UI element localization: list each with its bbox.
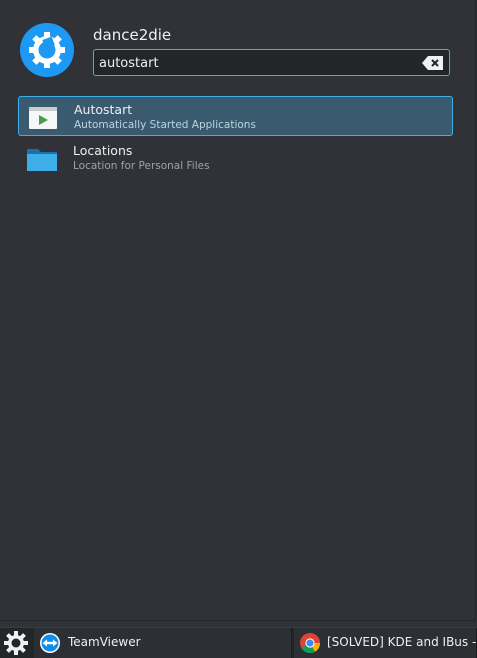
result-title: Locations: [73, 143, 133, 158]
clear-search-icon[interactable]: [422, 55, 444, 71]
application-launcher: dance2die Autostart Automatically Starte…: [0, 0, 476, 621]
folder-icon: [27, 149, 57, 171]
kde-avatar-icon[interactable]: [20, 23, 74, 77]
taskbar: TeamViewer [SOLVED] KDE and IBus -: [0, 627, 477, 658]
user-name: dance2die: [93, 26, 172, 44]
result-item-autostart[interactable]: Autostart Automatically Started Applicat…: [18, 96, 453, 136]
task-label: TeamViewer: [68, 635, 141, 649]
teamviewer-icon: [40, 633, 60, 653]
search-input[interactable]: [99, 53, 409, 73]
search-box[interactable]: [93, 49, 450, 76]
result-title: Autostart: [74, 102, 133, 117]
task-label: [SOLVED] KDE and IBus -: [327, 635, 477, 649]
task-chrome[interactable]: [SOLVED] KDE and IBus -: [294, 628, 477, 658]
result-item-locations[interactable]: Locations Location for Personal Files: [18, 138, 453, 178]
chrome-icon: [300, 633, 321, 654]
autostart-play-icon: [29, 107, 57, 129]
task-teamviewer[interactable]: TeamViewer: [34, 628, 292, 658]
result-subtitle: Automatically Started Applications: [74, 119, 256, 131]
result-subtitle: Location for Personal Files: [73, 160, 210, 172]
kde-gear-icon[interactable]: [0, 628, 32, 658]
